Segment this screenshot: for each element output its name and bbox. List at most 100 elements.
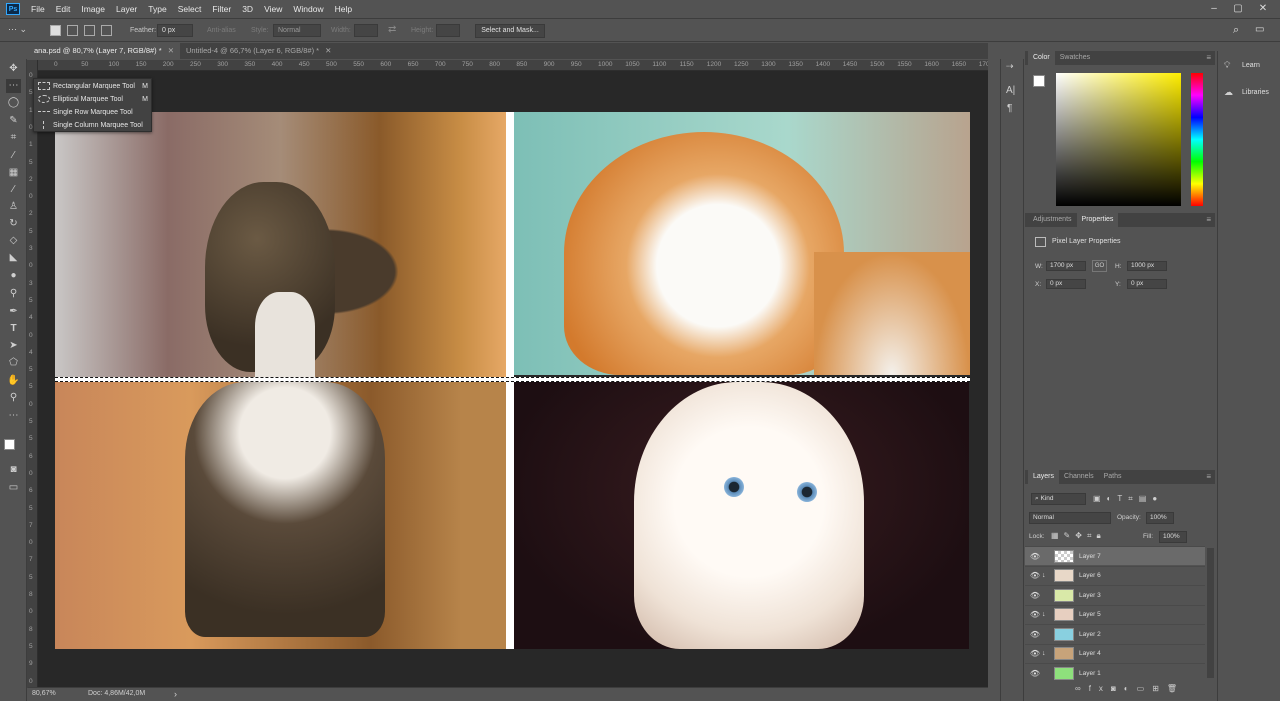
search-icon[interactable]: ⌕ [1233, 24, 1239, 37]
libraries-label[interactable]: Libraries [1242, 89, 1269, 96]
history-brush-icon[interactable]: ↻ [6, 217, 21, 231]
menu-layer[interactable]: Layer [116, 4, 137, 14]
visibility-eye-icon[interactable]: 👁︎ [1028, 552, 1042, 561]
menu-select[interactable]: Select [178, 4, 202, 14]
pen-tool-icon[interactable]: ✒ [6, 305, 21, 319]
status-menu-arrow[interactable]: › [174, 688, 177, 700]
menu-help[interactable]: Help [335, 4, 352, 14]
swap-icon[interactable]: ⇄ [388, 24, 396, 35]
menu-type[interactable]: Type [148, 4, 166, 14]
rectangular-marquee-option[interactable]: Rectangular Marquee Tool M [38, 81, 150, 93]
maximize-button[interactable]: ▢ [1231, 2, 1245, 16]
layer-row[interactable]: 👁︎ ↓ Layer 4 [1025, 643, 1205, 663]
link-dimensions-button[interactable]: GO [1092, 260, 1107, 272]
layer-name[interactable]: Layer 5 [1079, 611, 1101, 618]
foreground-swatch[interactable] [1033, 75, 1045, 87]
tab-channels[interactable]: Channels [1059, 470, 1099, 484]
width-field[interactable]: 1700 px [1046, 261, 1086, 271]
layer-row[interactable]: 👁︎ Layer 3 [1025, 585, 1205, 604]
elliptical-marquee-option[interactable]: Elliptical Marquee Tool M [38, 94, 150, 106]
layer-row[interactable]: 👁︎ Layer 2 [1025, 624, 1205, 643]
menu-window[interactable]: Window [293, 4, 323, 14]
layer-name[interactable]: Layer 7 [1079, 553, 1101, 560]
layer-name[interactable]: Layer 4 [1079, 650, 1101, 657]
lasso-tool-icon[interactable]: ◯ [6, 96, 21, 110]
new-layer-icon[interactable]: ⊞ [1152, 684, 1167, 693]
color-field[interactable] [1056, 73, 1181, 206]
x-field[interactable]: 0 px [1046, 279, 1086, 289]
visibility-eye-icon[interactable]: 👁︎ [1028, 669, 1042, 678]
anti-alias-checkbox[interactable]: Anti-alias [207, 27, 236, 34]
layer-row[interactable]: 👁︎ ↓ Layer 6 [1025, 565, 1205, 585]
panel-menu-icon[interactable]: ≡ [1206, 53, 1211, 62]
filter-icons[interactable]: ▣◐T⌗▤● [1093, 494, 1163, 504]
tab-properties[interactable]: Properties [1076, 213, 1119, 227]
minimize-button[interactable]: – [1207, 2, 1221, 16]
layer-row[interactable]: 👁︎ ↓ Layer 5 [1025, 604, 1205, 624]
quick-mask-icon[interactable]: ◙ [6, 463, 21, 477]
fill-field[interactable]: 100% [1159, 531, 1187, 543]
quick-select-icon[interactable]: ✎ [6, 114, 21, 128]
tab-untitled-4[interactable]: Untitled-4 @ 66,7% (Layer 6, RGB/8#) * ✕ [180, 43, 337, 59]
menu-image[interactable]: Image [81, 4, 105, 14]
tool-preset-picker[interactable]: ⋯ ⌄ [8, 24, 36, 38]
path-select-icon[interactable]: ➤ [6, 339, 21, 353]
workspace-icon[interactable]: ▭ [1255, 24, 1264, 35]
dodge-tool-icon[interactable]: ⚲ [6, 287, 21, 301]
hue-slider[interactable] [1191, 73, 1203, 206]
zoom-level[interactable]: 80,67% [32, 688, 56, 700]
visibility-eye-icon[interactable]: 👁︎ [1028, 610, 1042, 619]
menu-edit[interactable]: Edit [56, 4, 71, 14]
mask-icon[interactable]: ◙ [1111, 684, 1124, 693]
close-icon[interactable]: ✕ [168, 46, 174, 55]
blur-tool-icon[interactable]: ● [6, 269, 21, 283]
tab-color[interactable]: Color [1028, 51, 1055, 65]
menu-filter[interactable]: Filter [212, 4, 231, 14]
paint-bucket-icon[interactable]: ◣ [6, 251, 21, 265]
tab-adjustments[interactable]: Adjustments [1028, 213, 1077, 227]
more-tools-icon[interactable]: ⋯ [6, 409, 21, 423]
trash-icon[interactable]: 🗑︎ [1167, 684, 1185, 693]
adjustment-icon[interactable]: ◐ [1124, 684, 1137, 693]
screen-mode-icon[interactable]: ▭ [6, 481, 21, 495]
link-icon[interactable]: ∞ [1075, 684, 1089, 693]
lock-icons[interactable]: ▦✎✥⌗🔒︎ [1051, 531, 1106, 541]
tab-paths[interactable]: Paths [1099, 470, 1127, 484]
new-selection-icon[interactable] [50, 25, 61, 36]
add-selection-icon[interactable] [67, 25, 78, 36]
clone-stamp-icon[interactable]: ♙ [6, 200, 21, 214]
width-input[interactable] [354, 24, 378, 37]
tab-ana-psd[interactable]: ana.psd @ 80,7% (Layer 7, RGB/8#) * ✕ [28, 43, 180, 59]
layer-filter-kind[interactable]: ⌕ Kind [1031, 493, 1086, 505]
move-tool-icon[interactable]: ✥ [6, 62, 21, 76]
layer-row[interactable]: 👁︎ Layer 7 [1025, 546, 1205, 565]
marquee-tool-icon[interactable]: ⋯ [6, 79, 21, 93]
opacity-field[interactable]: 100% [1146, 512, 1174, 524]
healing-brush-icon[interactable]: ▦ [6, 166, 21, 180]
single-column-marquee-option[interactable]: Single Column Marquee Tool [38, 120, 150, 132]
tab-swatches[interactable]: Swatches [1055, 51, 1095, 65]
layer-row[interactable]: 👁︎ Layer 1 [1025, 663, 1205, 682]
layer-name[interactable]: Layer 3 [1079, 592, 1101, 599]
close-window-button[interactable]: ✕ [1256, 2, 1270, 16]
y-field[interactable]: 0 px [1127, 279, 1167, 289]
shape-tool-icon[interactable]: ⬠ [6, 356, 21, 370]
intersect-selection-icon[interactable] [101, 25, 112, 36]
crop-tool-icon[interactable]: ⌗ [6, 131, 21, 145]
select-and-mask-button[interactable]: Select and Mask... [475, 24, 545, 38]
hand-tool-icon[interactable]: ✋ [6, 374, 21, 388]
fx-icon[interactable]: fx [1089, 684, 1111, 693]
group-icon[interactable]: ▭ [1137, 684, 1153, 693]
visibility-eye-icon[interactable]: 👁︎ [1028, 591, 1042, 600]
visibility-eye-icon[interactable]: 👁︎ [1028, 630, 1042, 639]
menu-view[interactable]: View [264, 4, 282, 14]
feather-input[interactable]: 0 px [157, 24, 193, 37]
menu-3d[interactable]: 3D [242, 4, 253, 14]
subtract-selection-icon[interactable] [84, 25, 95, 36]
learn-label[interactable]: Learn [1242, 62, 1260, 69]
foreground-color-swatch[interactable] [4, 439, 15, 450]
layer-name[interactable]: Layer 6 [1079, 572, 1101, 579]
single-row-marquee-option[interactable]: Single Row Marquee Tool [38, 107, 150, 119]
type-tool-icon[interactable]: T [6, 322, 21, 336]
menu-file[interactable]: File [31, 4, 45, 14]
